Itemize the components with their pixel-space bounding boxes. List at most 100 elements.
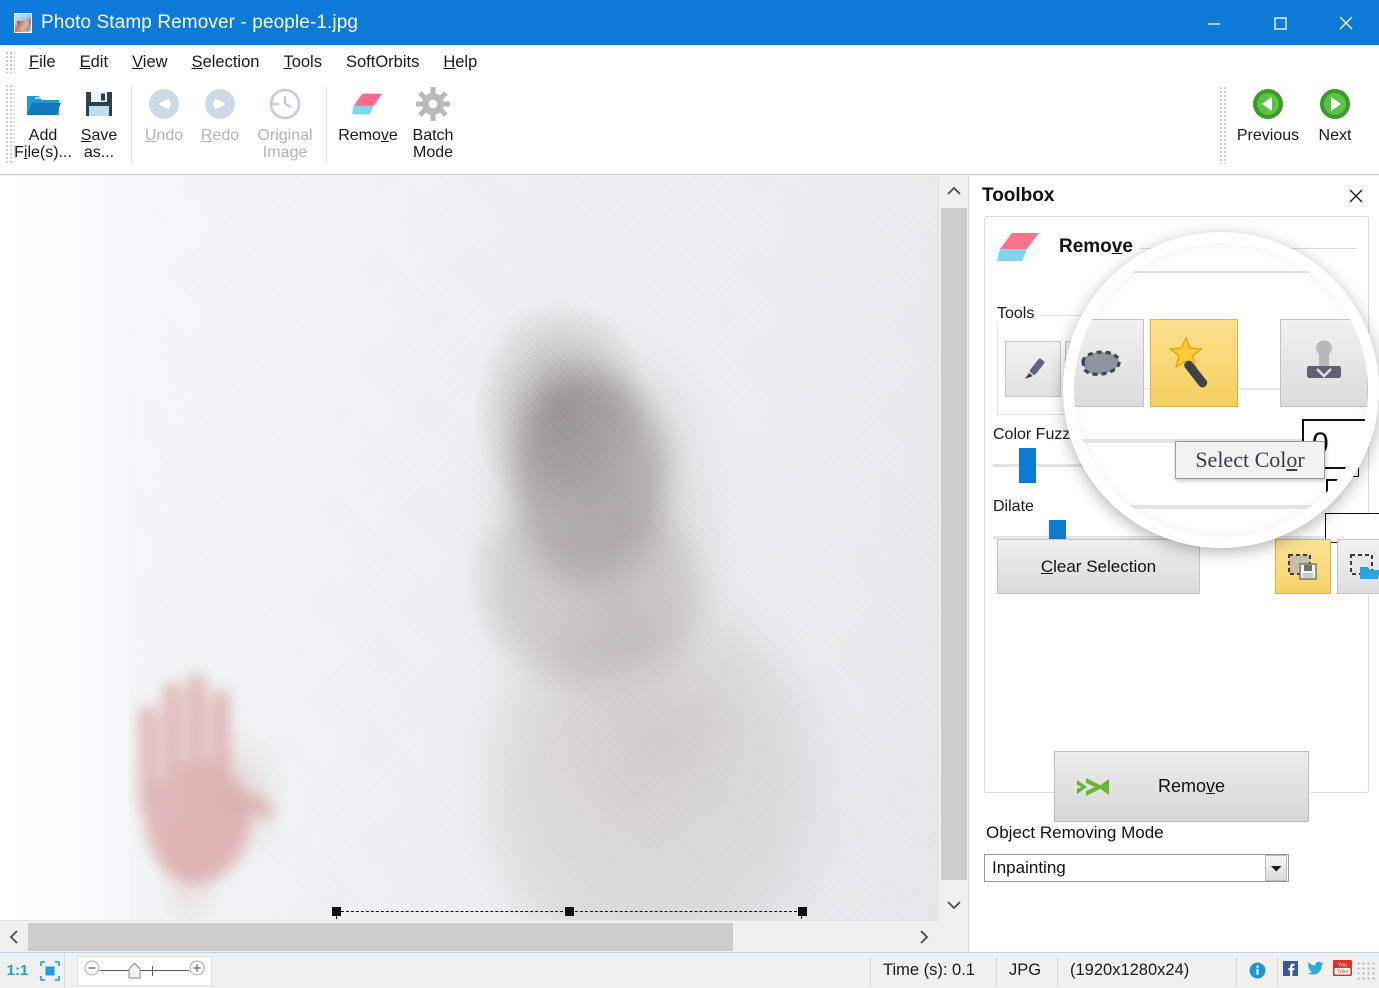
zoom-slider[interactable] [77, 955, 212, 986]
menu-item-softorbits[interactable]: SoftOrbits [334, 50, 431, 75]
canvas-vertical-scrollbar[interactable] [938, 176, 968, 920]
magnified-tool-clone-stamp[interactable] [1280, 319, 1368, 407]
tool-marker[interactable] [1005, 341, 1061, 397]
social-links: You Tube [1278, 953, 1356, 988]
scroll-down-arrow-icon[interactable] [939, 890, 969, 920]
save-as-label-line1: Save [80, 127, 118, 144]
selection-handle-tc[interactable] [565, 907, 574, 916]
processing-time-label: Time (s): 0.1 [883, 961, 975, 979]
batch-mode-label-line1: Batch [412, 127, 454, 144]
menu-item-file[interactable]: File [17, 50, 68, 75]
undo-arrow-icon [146, 86, 182, 122]
redo-label: Redo [200, 127, 240, 144]
redo-button[interactable]: Redo [192, 80, 248, 168]
info-icon[interactable] [1237, 953, 1277, 988]
ribbon-separator-1 [131, 86, 132, 164]
tools-label: Tools [997, 305, 1041, 323]
undo-button[interactable]: Undo [136, 80, 192, 168]
select-color-tooltip: Select Col o r [1175, 441, 1325, 479]
menu-item-selection[interactable]: Selection [180, 50, 272, 75]
selection-handle-tl[interactable] [332, 907, 341, 916]
floppy-disk-icon [81, 86, 117, 122]
next-button[interactable]: Next [1305, 80, 1379, 168]
clear-selection-button[interactable]: Clear Selection [997, 539, 1200, 594]
color-fuzziness-thumb[interactable] [1019, 448, 1036, 483]
eraser-icon [350, 86, 386, 122]
selection-rectangle[interactable]: Censored [332, 907, 807, 920]
object-removing-mode-label: Object Removing Mode [986, 823, 1164, 842]
youtube-icon[interactable]: You Tube [1332, 960, 1352, 981]
toolbox-close-icon[interactable] [1343, 183, 1369, 209]
image-canvas[interactable]: Censored [0, 176, 938, 920]
object-removing-mode-select[interactable]: Inpainting [984, 854, 1289, 882]
horizontal-scroll-thumb[interactable] [28, 923, 733, 951]
remove-ribbon-button[interactable]: Remove [331, 80, 405, 168]
window-controls [1181, 0, 1379, 45]
ribbon-separator-2 [326, 86, 327, 164]
previous-label: Previous [1236, 127, 1300, 144]
menu-drag-grip[interactable] [5, 51, 15, 73]
batch-mode-label-line2: Mode [412, 144, 454, 162]
ribbon-group-history: Undo Redo Original Image [136, 80, 322, 174]
add-files-button[interactable]: Add File(s)... [14, 80, 72, 168]
ribbon-group-navigation: Previous Next [1215, 80, 1379, 175]
zoom-ratio-label[interactable]: 1:1 [0, 953, 35, 988]
add-files-label-line1: Add [28, 127, 58, 144]
gear-icon [415, 86, 451, 122]
menu-item-view[interactable]: View [120, 50, 179, 75]
next-label: Next [1318, 127, 1352, 144]
magnified-tool-lasso[interactable] [1074, 319, 1144, 407]
eraser-icon [997, 230, 1043, 264]
ribbon-separator-3 [1219, 86, 1227, 164]
menu-item-help[interactable]: Help [431, 50, 489, 75]
file-format-label: JPG [1009, 961, 1042, 979]
magnified-rule-1 [1074, 271, 1368, 273]
twitter-icon[interactable] [1307, 961, 1324, 981]
zoom-slider-thumb[interactable] [128, 961, 141, 984]
image-dimensions-label: (1920x1280x24) [1070, 961, 1190, 979]
scroll-right-arrow-icon[interactable] [910, 921, 938, 953]
window-title: Photo Stamp Remover - people-1.jpg [41, 11, 359, 33]
remove-action-button[interactable]: Remove [1054, 751, 1309, 822]
original-image-button[interactable]: Original Image [248, 80, 322, 168]
fit-to-screen-icon[interactable] [35, 952, 65, 988]
object-removing-mode-value: Inpainting [992, 858, 1066, 877]
menu-item-edit[interactable]: Edit [68, 50, 120, 75]
save-selection-button[interactable] [1275, 539, 1331, 594]
close-button[interactable] [1313, 0, 1379, 45]
magnifier-lens: zi 0 [1063, 232, 1379, 548]
magnified-tool-magic-wand[interactable] [1150, 319, 1238, 407]
original-image-label-line2: Image [262, 144, 308, 162]
dilate-label: Dilate [993, 498, 1034, 515]
vertical-scroll-thumb[interactable] [941, 208, 967, 880]
remove-ribbon-label: Remove [338, 127, 398, 144]
toolbox-header: Toolbox [969, 176, 1379, 216]
minimize-button[interactable] [1181, 0, 1247, 45]
load-selection-button[interactable] [1337, 539, 1379, 594]
previous-button[interactable]: Previous [1231, 80, 1305, 168]
magnifier-content: zi 0 [1074, 243, 1368, 537]
zoom-out-icon[interactable] [84, 960, 100, 981]
zoom-in-icon[interactable] [189, 960, 205, 981]
zoom-slider-track[interactable] [100, 961, 189, 979]
ribbon-toolbar: Add File(s)... Save as... Undo Redo Orig… [0, 80, 1379, 250]
batch-mode-button[interactable]: Batch Mode [405, 80, 461, 168]
photo-image [0, 176, 938, 920]
toolbox-title: Toolbox [982, 185, 1055, 206]
svg-text:You: You [1338, 963, 1347, 969]
scroll-up-arrow-icon[interactable] [939, 176, 969, 206]
remove-action-label: Remove [1157, 776, 1226, 796]
canvas-horizontal-scrollbar[interactable] [0, 920, 938, 952]
app-icon [14, 12, 32, 33]
menu-item-tools[interactable]: Tools [271, 50, 334, 75]
resize-grip[interactable] [1356, 960, 1376, 981]
selection-handle-tr[interactable] [798, 907, 807, 916]
green-double-arrow-icon [1073, 772, 1115, 802]
save-as-button[interactable]: Save as... [71, 80, 127, 168]
application-window: Photo Stamp Remover - people-1.jpg File … [0, 0, 1379, 988]
maximize-button[interactable] [1247, 0, 1313, 45]
chevron-down-icon[interactable] [1265, 855, 1287, 881]
green-left-arrow-icon [1250, 86, 1286, 122]
facebook-icon[interactable] [1282, 960, 1298, 981]
scroll-left-arrow-icon[interactable] [0, 921, 28, 953]
